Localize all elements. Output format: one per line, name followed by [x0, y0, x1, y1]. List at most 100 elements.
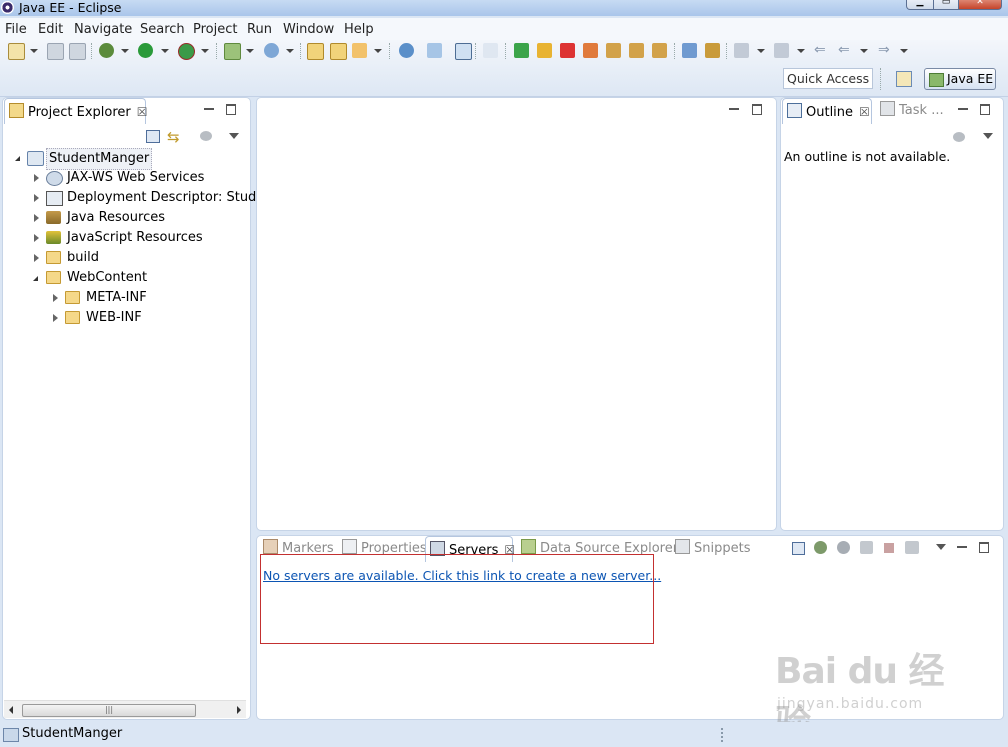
debug-dropdown-icon[interactable] [121, 49, 129, 53]
window-title: Java EE - Eclipse [19, 0, 122, 15]
search-icon[interactable] [352, 43, 367, 58]
back-dropdown-icon[interactable] [860, 49, 868, 53]
publish-icon[interactable] [905, 541, 919, 554]
step-return-icon[interactable] [652, 43, 667, 58]
stop-server-icon[interactable] [884, 543, 894, 553]
deploy-icon[interactable] [427, 43, 442, 58]
start-server-icon[interactable] [837, 541, 850, 554]
forward-dropdown-icon[interactable] [900, 49, 908, 53]
maximize-icon[interactable] [980, 104, 990, 115]
expanded-icon[interactable] [15, 156, 20, 161]
minimize-icon[interactable] [957, 546, 967, 548]
tab-project-explorer[interactable]: Project Explorer ☒ [4, 98, 148, 125]
scrollbar-thumb[interactable]: ||| [22, 704, 196, 717]
collapsed-icon[interactable] [34, 174, 39, 182]
menu-project[interactable]: Project [193, 22, 237, 37]
resume-icon[interactable] [514, 43, 529, 58]
perspective-java-ee-button[interactable]: Java EE [924, 68, 996, 90]
tree-item-label: JAX-WS Web Services [67, 170, 205, 185]
search-dropdown-icon[interactable] [374, 49, 382, 53]
quick-access-input[interactable]: Quick Access [783, 68, 873, 89]
maximize-window-button[interactable]: ▭ [933, 0, 959, 10]
filter-icon[interactable] [200, 131, 212, 141]
tree-item-label: WEB-INF [86, 310, 142, 325]
scroll-right-icon[interactable] [237, 706, 241, 714]
filter-icon[interactable] [953, 132, 965, 142]
tab-snippets[interactable]: Snippets [671, 536, 751, 562]
close-window-button[interactable]: ✕ [958, 0, 1002, 10]
collapsed-icon[interactable] [34, 234, 39, 242]
horizontal-scrollbar[interactable]: ||| [4, 700, 246, 718]
minimize-icon[interactable] [204, 108, 214, 110]
run-dropdown-icon[interactable] [161, 49, 169, 53]
step-into-icon[interactable] [606, 43, 621, 58]
minimize-icon[interactable] [729, 108, 739, 110]
new-dropdown-icon[interactable] [30, 49, 38, 53]
collapse-all-icon[interactable] [792, 542, 805, 555]
new-icon[interactable] [8, 43, 25, 60]
disconnect-icon[interactable] [583, 43, 598, 58]
next-annotation-icon[interactable] [734, 43, 749, 58]
close-icon[interactable]: ☒ [137, 99, 148, 125]
suspend-icon[interactable] [537, 43, 552, 58]
collapse-all-icon[interactable] [146, 130, 160, 143]
last-edit-icon[interactable]: ⇐ [814, 43, 829, 58]
browser-icon[interactable] [399, 43, 414, 58]
menu-help[interactable]: Help [344, 22, 374, 37]
maximize-icon[interactable] [226, 104, 236, 115]
collapsed-icon[interactable] [34, 214, 39, 222]
skip-breakpoints-icon[interactable] [483, 43, 498, 58]
toggle-block-icon[interactable] [705, 43, 720, 58]
run-icon[interactable] [138, 43, 153, 58]
external-tools-dropdown-icon[interactable] [201, 49, 209, 53]
terminate-icon[interactable] [560, 43, 575, 58]
open-perspective-icon[interactable] [896, 71, 912, 87]
previous-annotation-icon[interactable] [774, 43, 789, 58]
debug-server-icon[interactable] [814, 541, 827, 554]
menu-window[interactable]: Window [283, 22, 334, 37]
previous-annotation-dropdown-icon[interactable] [797, 49, 805, 53]
minimize-window-button[interactable]: ▁ [906, 0, 934, 10]
tab-outline[interactable]: Outline ☒ [782, 98, 872, 124]
step-over-icon[interactable] [629, 43, 644, 58]
profile-server-icon[interactable] [860, 541, 873, 554]
close-icon[interactable]: ☒ [859, 99, 870, 125]
console-icon[interactable] [455, 43, 472, 60]
save-all-icon[interactable] [69, 43, 86, 60]
menu-run[interactable]: Run [247, 22, 272, 37]
collapsed-icon[interactable] [34, 254, 39, 262]
view-menu-icon[interactable] [983, 133, 993, 139]
title-bar: Java EE - Eclipse ▁ ▭ ✕ [0, 0, 1008, 16]
next-annotation-dropdown-icon[interactable] [757, 49, 765, 53]
debug-icon[interactable] [99, 43, 114, 58]
forward-icon[interactable]: ⇒ [878, 43, 893, 58]
maximize-icon[interactable] [752, 104, 762, 115]
view-menu-icon[interactable] [229, 133, 239, 139]
tab-task-list[interactable]: Task ... [876, 98, 948, 124]
link-with-editor-icon[interactable]: ⇆ [167, 128, 180, 146]
menu-search[interactable]: Search [140, 22, 185, 37]
collapsed-icon[interactable] [53, 294, 58, 302]
new-server-icon[interactable] [224, 43, 241, 60]
new-class-dropdown-icon[interactable] [286, 49, 294, 53]
open-type-icon[interactable] [307, 43, 324, 60]
collapsed-icon[interactable] [34, 194, 39, 202]
maximize-icon[interactable] [979, 542, 989, 553]
menu-edit[interactable]: Edit [38, 22, 63, 37]
external-tools-icon[interactable] [178, 43, 195, 60]
new-class-icon[interactable] [264, 43, 279, 58]
menu-file[interactable]: File [5, 22, 27, 37]
menu-navigate[interactable]: Navigate [74, 22, 132, 37]
editor-area [256, 97, 777, 531]
minimize-icon[interactable] [958, 108, 968, 110]
collapsed-icon[interactable] [53, 314, 58, 322]
open-resource-icon[interactable] [330, 43, 347, 60]
view-menu-icon[interactable] [936, 544, 946, 550]
expanded-icon[interactable] [33, 276, 38, 281]
scroll-left-icon[interactable] [9, 706, 13, 714]
back-icon[interactable]: ⇐ [838, 43, 853, 58]
save-icon[interactable] [47, 43, 64, 60]
baidu-watermark: Bai du 经验 jingyan.baidu.com [775, 636, 975, 744]
new-server-dropdown-icon[interactable] [246, 49, 254, 53]
toggle-mark-icon[interactable] [682, 43, 697, 58]
